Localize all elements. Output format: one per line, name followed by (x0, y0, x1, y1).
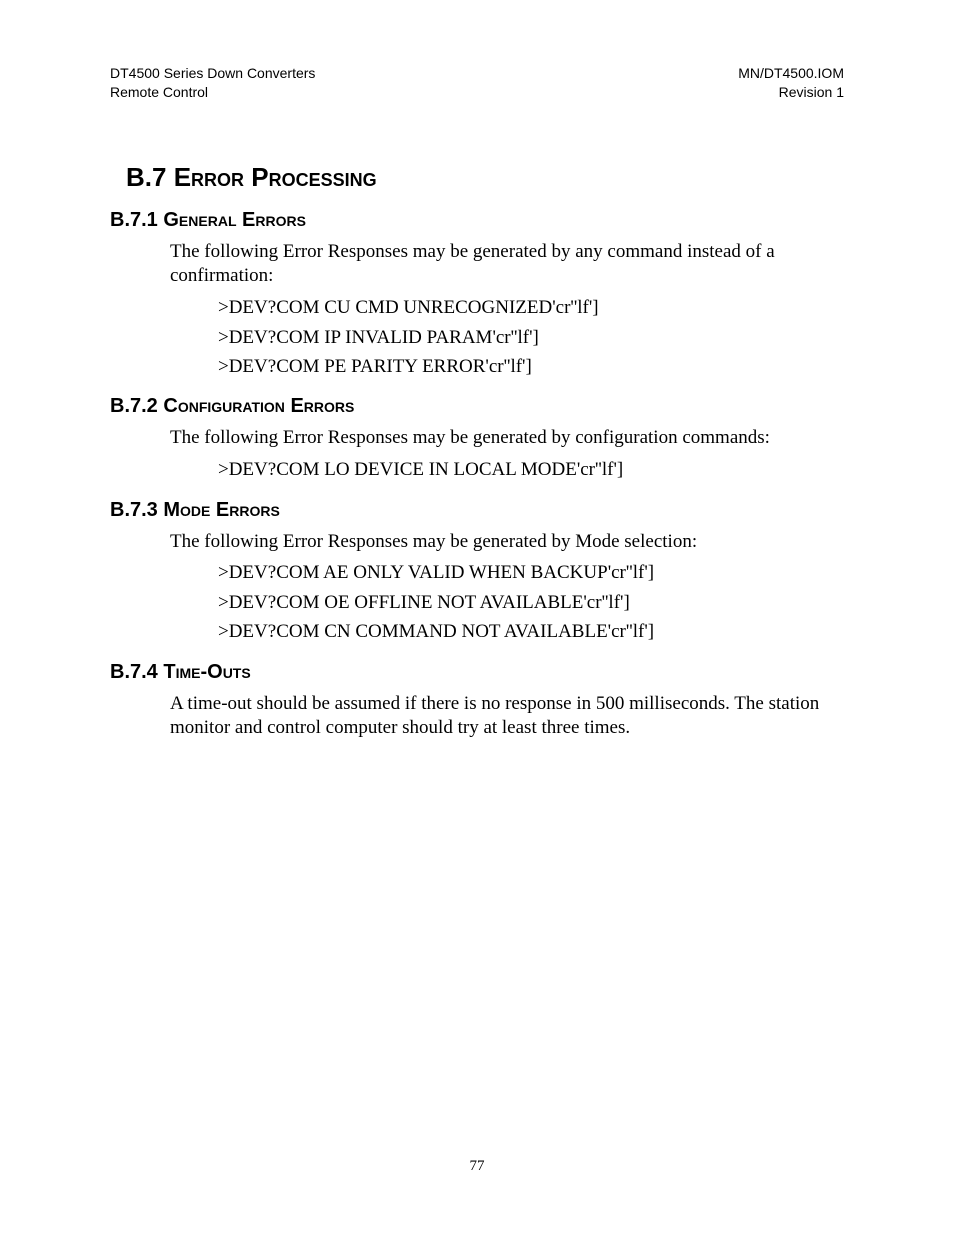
page-number: 77 (0, 1158, 954, 1175)
header-left-line1: DT4500 Series Down Converters (110, 64, 315, 83)
section-title: General Errors (163, 209, 306, 231)
section-title: Configuration Errors (163, 395, 354, 417)
error-response-line: >DEV?COM OE OFFLINE NOT AVAILABLE'cr''lf… (218, 588, 844, 617)
error-response-line: >DEV?COM IP INVALID PARAM'cr''lf'] (218, 323, 844, 352)
error-response-line: >DEV?COM CU CMD UNRECOGNIZED'cr''lf'] (218, 293, 844, 322)
section-number: B.7.1 (110, 209, 158, 231)
section-time-outs: B.7.4 Time-Outs A time-out should be ass… (110, 661, 844, 741)
section-heading: B.7.4 Time-Outs (110, 661, 844, 684)
section-intro: The following Error Responses may be gen… (170, 530, 844, 555)
page-content: DT4500 Series Down Converters Remote Con… (0, 0, 954, 741)
header-left-line2: Remote Control (110, 83, 315, 102)
section-title: Mode Errors (163, 499, 279, 521)
main-heading-number: B.7 (126, 162, 166, 192)
section-number: B.7.4 (110, 661, 158, 683)
section-heading: B.7.1 General Errors (110, 209, 844, 232)
main-heading: B.7 Error Processing (126, 162, 844, 193)
section-heading: B.7.3 Mode Errors (110, 499, 844, 522)
main-heading-title: Error Processing (174, 162, 377, 192)
section-number: B.7.2 (110, 395, 158, 417)
section-title: Time-Outs (163, 661, 250, 683)
section-number: B.7.3 (110, 499, 158, 521)
section-mode-errors: B.7.3 Mode Errors The following Error Re… (110, 499, 844, 647)
error-response-line: >DEV?COM AE ONLY VALID WHEN BACKUP'cr''l… (218, 558, 844, 587)
error-response-line: >DEV?COM CN COMMAND NOT AVAILABLE'cr''lf… (218, 617, 844, 646)
section-heading: B.7.2 Configuration Errors (110, 395, 844, 418)
section-intro: A time-out should be assumed if there is… (170, 692, 844, 741)
error-response-line: >DEV?COM LO DEVICE IN LOCAL MODE'cr''lf'… (218, 455, 844, 484)
section-configuration-errors: B.7.2 Configuration Errors The following… (110, 395, 844, 484)
error-response-line: >DEV?COM PE PARITY ERROR'cr''lf'] (218, 352, 844, 381)
header-right-line2: Revision 1 (738, 83, 844, 102)
section-general-errors: B.7.1 General Errors The following Error… (110, 209, 844, 382)
header-right-line1: MN/DT4500.IOM (738, 64, 844, 83)
page-header: DT4500 Series Down Converters Remote Con… (110, 64, 844, 102)
header-right: MN/DT4500.IOM Revision 1 (738, 64, 844, 102)
section-intro: The following Error Responses may be gen… (170, 426, 844, 451)
header-left: DT4500 Series Down Converters Remote Con… (110, 64, 315, 102)
section-intro: The following Error Responses may be gen… (170, 240, 844, 289)
